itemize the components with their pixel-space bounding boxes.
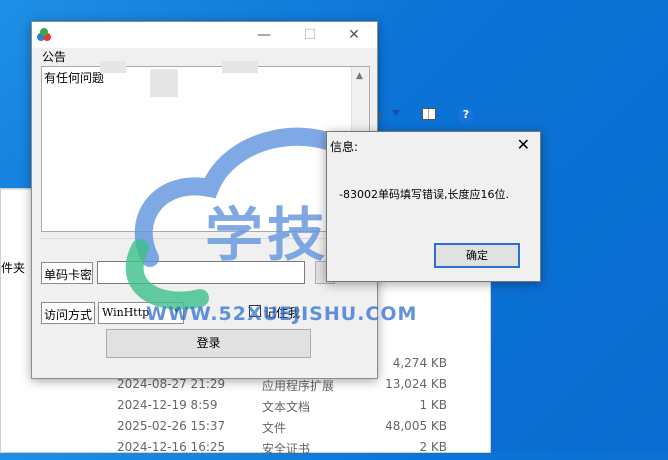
dialog-title: 信息: bbox=[330, 140, 359, 154]
file-type: 文件 bbox=[262, 421, 287, 435]
file-date: 2025-02-26 15:37 bbox=[117, 419, 226, 433]
app-icon bbox=[37, 28, 51, 41]
file-size: 4,274 KB bbox=[392, 356, 447, 370]
file-row[interactable]: 2024-08-27 21:29 应用程序扩展 13,024 KB bbox=[117, 377, 489, 397]
title-bar[interactable]: — ☐ ✕ bbox=[32, 22, 377, 48]
mosaic-block bbox=[222, 61, 258, 73]
maximize-button[interactable]: ☐ bbox=[287, 22, 333, 48]
preview-pane-icon[interactable] bbox=[422, 108, 436, 120]
file-size: 13,024 KB bbox=[385, 377, 447, 391]
file-date: 2024-08-27 21:29 bbox=[117, 377, 226, 391]
mosaic-block bbox=[150, 69, 178, 97]
file-date: 2024-12-16 16:25 bbox=[117, 440, 226, 454]
file-row[interactable]: 2024-12-16 16:25 安全证书 2 KB bbox=[117, 440, 489, 460]
file-date: 2024-12-19 8:59 bbox=[117, 398, 218, 412]
help-icon[interactable]: ? bbox=[458, 107, 474, 123]
notice-label: 公告 bbox=[42, 50, 67, 64]
file-size: 48,005 KB bbox=[385, 419, 447, 433]
close-button[interactable]: ✕ bbox=[331, 22, 377, 48]
access-label: 访问方式 bbox=[41, 302, 95, 324]
file-size: 1 KB bbox=[419, 398, 447, 412]
access-select-value: WinHttp bbox=[102, 306, 150, 319]
info-dialog: 信息: ✕ -83002单码填写错误,长度应16位. 确定 bbox=[326, 131, 541, 282]
dialog-ok-button[interactable]: 确定 bbox=[434, 243, 520, 268]
watermark-url: WWW.52XUEJISHU.COM bbox=[146, 303, 418, 325]
file-size: 2 KB bbox=[419, 440, 447, 454]
file-type: 文本文档 bbox=[262, 400, 311, 414]
mosaic-block bbox=[100, 61, 126, 73]
dialog-close-button[interactable]: ✕ bbox=[517, 135, 530, 154]
scroll-up-icon[interactable]: ▲ bbox=[356, 71, 363, 81]
file-type: 应用程序扩展 bbox=[262, 379, 335, 393]
dialog-message: -83002单码填写错误,长度应16位. bbox=[339, 188, 509, 201]
notice-text: 有任何问题 bbox=[44, 71, 105, 85]
login-button[interactable]: 登录 bbox=[106, 329, 311, 358]
file-type: 安全证书 bbox=[262, 442, 311, 456]
sort-dropdown-icon[interactable] bbox=[392, 110, 400, 116]
explorer-nav-label[interactable]: 件夹 bbox=[1, 259, 25, 276]
file-row[interactable]: 2024-12-19 8:59 文本文档 1 KB bbox=[117, 398, 489, 418]
file-row[interactable]: 2025-02-26 15:37 文件 48,005 KB bbox=[117, 419, 489, 439]
card-label: 单码卡密 bbox=[41, 262, 93, 284]
minimize-button[interactable]: — bbox=[241, 22, 287, 48]
